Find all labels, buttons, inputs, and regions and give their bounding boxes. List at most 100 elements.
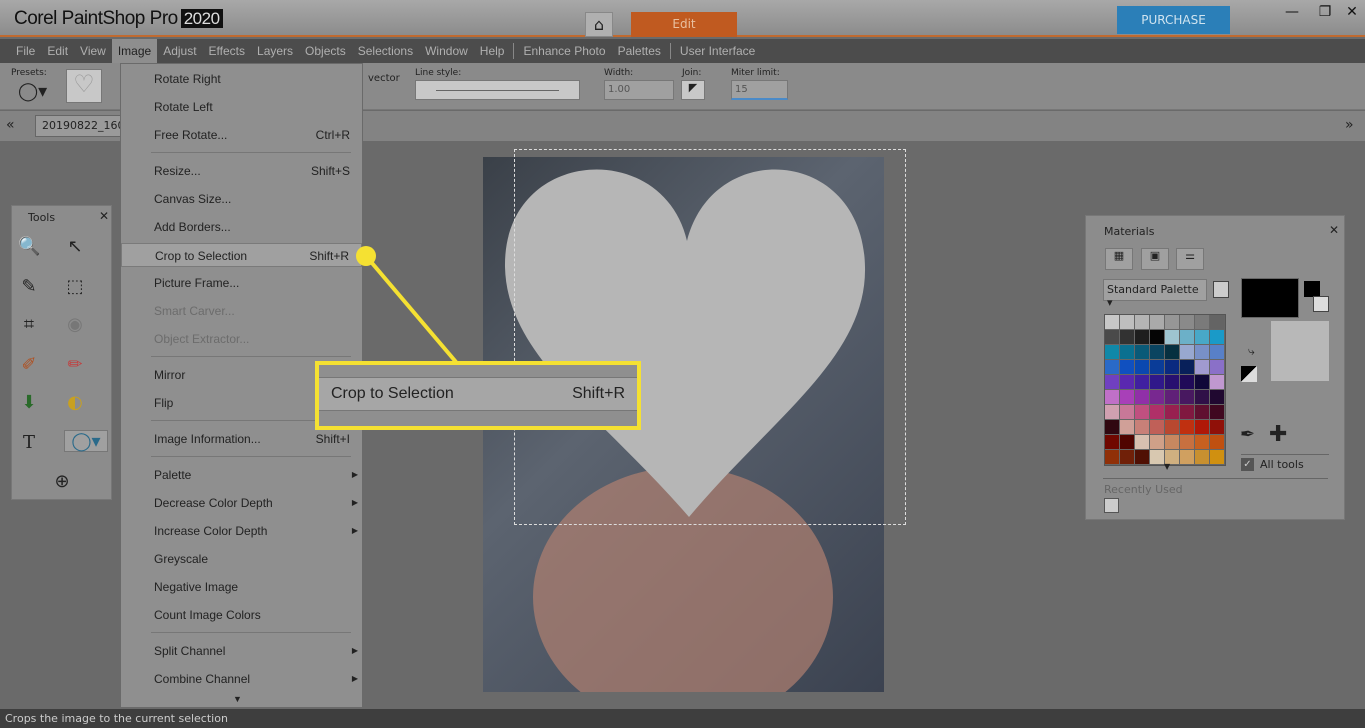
menu-item-increase-color-depth[interactable]: Increase Color Depth ▶: [121, 519, 362, 543]
close-icon[interactable]: ✕: [99, 209, 109, 223]
palette-swatch[interactable]: [1165, 345, 1180, 360]
preset-shape-tool-icon[interactable]: ◯▾: [64, 430, 108, 452]
menu-image[interactable]: Image: [111, 39, 158, 63]
menu-window[interactable]: Window: [419, 39, 474, 63]
menu-enhance-photo[interactable]: Enhance Photo: [517, 39, 611, 63]
menu-scroll-down-icon[interactable]: ▼: [233, 694, 242, 704]
palette-swatch[interactable]: [1105, 360, 1120, 375]
menu-file[interactable]: File: [10, 39, 41, 63]
crop-tool-icon[interactable]: ⌗: [18, 314, 40, 336]
palette-scroll-down-icon[interactable]: ▼: [1164, 462, 1170, 471]
menu-objects[interactable]: Objects: [299, 39, 352, 63]
paintbrush-tool-icon[interactable]: ✐: [18, 354, 40, 376]
palette-swatch[interactable]: [1165, 330, 1180, 345]
palette-swatch[interactable]: [1210, 450, 1225, 465]
palette-swatch[interactable]: [1150, 345, 1165, 360]
zoom-tool-icon[interactable]: 🔍: [18, 236, 40, 258]
palette-swatch[interactable]: [1165, 375, 1180, 390]
menu-edit[interactable]: Edit: [41, 39, 74, 63]
menu-item-negative-image[interactable]: Negative Image: [121, 575, 362, 599]
palette-swatch[interactable]: [1165, 315, 1180, 330]
palette-swatch[interactable]: [1135, 360, 1150, 375]
document-tab[interactable]: 20190822_160036: [35, 115, 125, 137]
scroll-left-icon[interactable]: «: [6, 117, 15, 133]
palette-swatch[interactable]: [1180, 450, 1195, 465]
fill-tool-icon[interactable]: ⬇: [18, 392, 40, 414]
palette-swatch[interactable]: [1105, 330, 1120, 345]
miter-limit-field[interactable]: 15: [731, 80, 788, 100]
menu-item-resize[interactable]: Resize... Shift+S: [121, 159, 362, 183]
menu-item-palette[interactable]: Palette ▶: [121, 463, 362, 487]
palette-swatch[interactable]: [1180, 360, 1195, 375]
palette-swatch[interactable]: [1165, 405, 1180, 420]
palette-swatch[interactable]: [1180, 420, 1195, 435]
home-icon[interactable]: ⌂: [585, 12, 613, 37]
menu-item-rotate-left[interactable]: Rotate Left: [121, 95, 362, 119]
palette-swatch[interactable]: [1165, 420, 1180, 435]
selection-tool-icon[interactable]: ⬚: [64, 276, 86, 298]
palette-swatch[interactable]: [1150, 360, 1165, 375]
palette-swatch[interactable]: [1135, 375, 1150, 390]
palette-swatch[interactable]: [1210, 315, 1225, 330]
palette-swatch[interactable]: [1210, 360, 1225, 375]
tab-edit[interactable]: Edit: [631, 12, 737, 37]
palette-swatch[interactable]: [1180, 330, 1195, 345]
palette-swatch[interactable]: [1195, 420, 1210, 435]
palette-swatch[interactable]: [1180, 375, 1195, 390]
palette-swatch[interactable]: [1120, 345, 1135, 360]
palette-swatch[interactable]: [1105, 315, 1120, 330]
eyedropper-icon[interactable]: ✒: [1240, 424, 1255, 445]
menu-item-add-borders[interactable]: Add Borders...: [121, 215, 362, 239]
palette-swatch[interactable]: [1105, 375, 1120, 390]
palette-options-icon[interactable]: [1213, 281, 1229, 298]
palette-swatch[interactable]: [1195, 345, 1210, 360]
palette-swatch[interactable]: [1105, 405, 1120, 420]
minimize-icon[interactable]: —: [1282, 4, 1302, 20]
palette-swatch[interactable]: [1120, 360, 1135, 375]
palette-swatch[interactable]: [1195, 405, 1210, 420]
palette-swatch[interactable]: [1120, 375, 1135, 390]
palette-swatch[interactable]: [1135, 420, 1150, 435]
menu-item-free-rotate[interactable]: Free Rotate... Ctrl+R: [121, 123, 362, 147]
width-field[interactable]: 1.00: [604, 80, 674, 100]
gradient-tab-icon[interactable]: ▣: [1141, 248, 1169, 270]
add-swatch-icon[interactable]: ✚: [1269, 422, 1287, 447]
palette-swatch[interactable]: [1180, 405, 1195, 420]
palette-swatch[interactable]: [1195, 375, 1210, 390]
palette-swatch[interactable]: [1120, 390, 1135, 405]
dropper-tool-icon[interactable]: ✎: [18, 276, 40, 298]
palette-swatch[interactable]: [1150, 450, 1165, 465]
palette-swatch[interactable]: [1120, 450, 1135, 465]
palette-swatch[interactable]: [1150, 315, 1165, 330]
all-tools-checkbox[interactable]: ✓: [1241, 458, 1254, 471]
palette-select[interactable]: Standard Palette ▾: [1103, 279, 1207, 309]
palette-swatch[interactable]: [1150, 420, 1165, 435]
menu-view[interactable]: View: [74, 39, 112, 63]
menu-layers[interactable]: Layers: [251, 39, 299, 63]
palette-swatch[interactable]: [1105, 435, 1120, 450]
join-dropdown[interactable]: ◤: [681, 80, 705, 100]
palette-swatch[interactable]: [1135, 405, 1150, 420]
adjust-tab-icon[interactable]: ⚌: [1176, 248, 1204, 270]
reset-colors-icon[interactable]: [1241, 366, 1257, 382]
red-eye-tool-icon[interactable]: ◉: [64, 314, 86, 336]
menu-item-canvas-size[interactable]: Canvas Size...: [121, 187, 362, 211]
palette-swatch[interactable]: [1105, 450, 1120, 465]
palette-swatch[interactable]: [1150, 405, 1165, 420]
palette-swatch[interactable]: [1195, 315, 1210, 330]
palette-swatch[interactable]: [1150, 390, 1165, 405]
color-palette[interactable]: [1104, 314, 1226, 466]
palette-swatch[interactable]: [1120, 330, 1135, 345]
palette-swatch[interactable]: [1165, 435, 1180, 450]
menu-user-interface[interactable]: User Interface: [674, 39, 761, 63]
restore-icon[interactable]: ❐: [1315, 4, 1335, 20]
palette-swatch[interactable]: [1135, 435, 1150, 450]
close-icon[interactable]: ✕: [1329, 223, 1339, 237]
palette-swatch[interactable]: [1210, 330, 1225, 345]
palette-swatch[interactable]: [1210, 345, 1225, 360]
menu-item-count-image-colors[interactable]: Count Image Colors: [121, 603, 362, 627]
menu-item-greyscale[interactable]: Greyscale: [121, 547, 362, 571]
palette-swatch[interactable]: [1150, 375, 1165, 390]
palette-swatch[interactable]: [1135, 390, 1150, 405]
palette-swatch[interactable]: [1195, 435, 1210, 450]
